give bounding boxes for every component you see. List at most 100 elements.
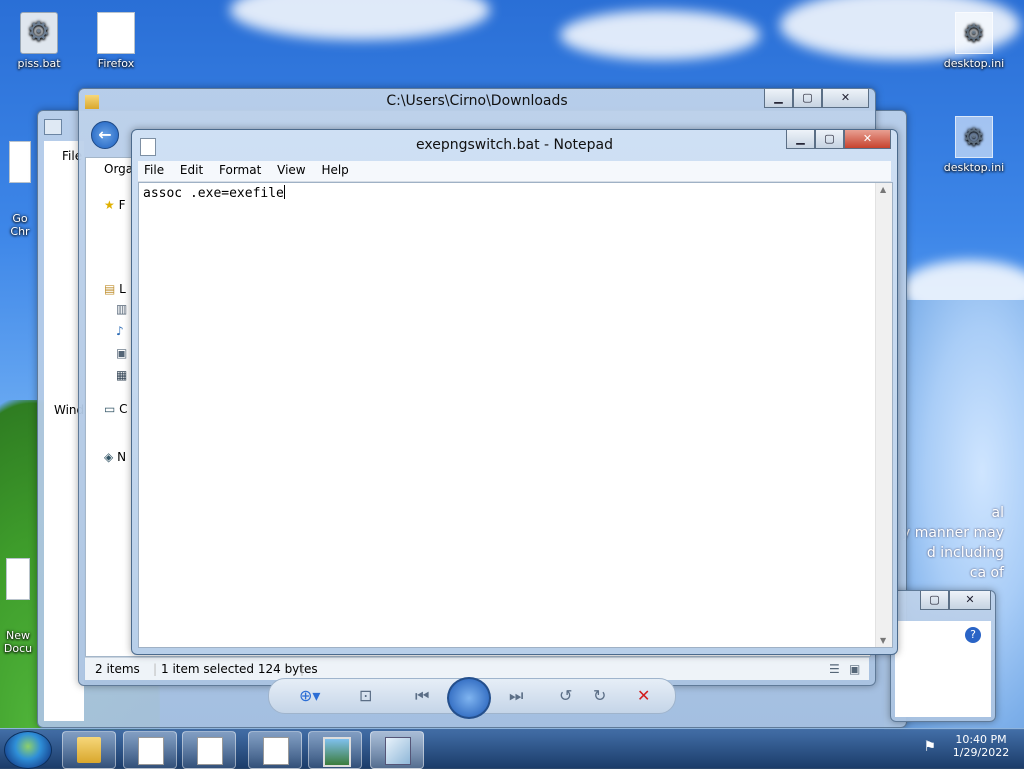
close-button[interactable]: ✕ <box>949 591 991 610</box>
clock-time: 10:40 PM <box>955 733 1007 746</box>
previous-icon[interactable]: ⏮ <box>415 686 429 706</box>
document-icon <box>197 737 223 765</box>
scroll-up-icon[interactable]: ▲ <box>880 185 886 194</box>
notepad-icon <box>385 737 411 765</box>
menu-file[interactable]: File <box>138 161 170 179</box>
notepad-window-controls: ▁ ▢ ✕ <box>786 130 891 149</box>
shortcut-file-icon <box>97 12 135 54</box>
taskbar-photo-viewer[interactable] <box>308 731 362 769</box>
taskbar-explorer[interactable] <box>62 731 116 769</box>
desktop-icon-firefox[interactable]: Firefox <box>78 12 154 70</box>
desktop-icon-piss-bat[interactable]: piss.bat <box>1 12 77 70</box>
taskbar-document[interactable] <box>123 731 177 769</box>
status-selection: 1 item selected 124 bytes <box>161 662 318 676</box>
sidebar-item-favorites[interactable]: ★ F <box>104 198 126 212</box>
explorer-status-bar: 2 items | 1 item selected 124 bytes | ☰ … <box>85 657 869 680</box>
delete-icon[interactable]: ✕ <box>637 686 650 705</box>
pictures-icon[interactable]: ▣ <box>116 346 127 360</box>
desktop-icon-label: piss.bat <box>17 57 61 70</box>
sidebar-item-label: C <box>119 402 128 416</box>
notepad-text-area[interactable]: assoc .exe=exefile ▲ ▼ <box>138 182 893 648</box>
notepad-window[interactable]: exepngswitch.bat - Notepad ▁ ▢ ✕ File Ed… <box>131 129 898 655</box>
menu-format[interactable]: Format <box>213 161 267 179</box>
wallpaper-text: ca of <box>969 565 1004 581</box>
actual-size-icon[interactable]: ⊡ <box>359 686 372 705</box>
sidebar-item-label: F <box>118 198 126 212</box>
organize-button[interactable]: Orga <box>104 162 133 176</box>
rotate-left-icon[interactable]: ↺ <box>559 686 572 705</box>
maximize-button[interactable]: ▢ <box>815 130 844 149</box>
rotate-right-icon[interactable]: ↻ <box>593 686 606 705</box>
explorer-nav: ← <box>91 121 119 149</box>
taskbar-document[interactable] <box>182 731 236 769</box>
background-window[interactable]: ▢ ✕ ? <box>890 590 996 722</box>
explorer-title: C:\Users\Cirno\Downloads <box>386 93 568 109</box>
maximize-button[interactable]: ▢ <box>793 89 822 108</box>
wallpaper-text: al <box>991 505 1004 521</box>
notepad-content[interactable]: assoc .exe=exefile <box>143 185 285 201</box>
start-button[interactable] <box>4 731 52 769</box>
document-file-icon <box>6 558 30 600</box>
explorer-window-controls: ▁ ▢ ✕ <box>764 89 869 108</box>
sidebar-item-network[interactable]: ◈ N <box>104 450 126 464</box>
desktop-icon-label: Firefox <box>97 57 135 70</box>
network-icon: ◈ <box>104 450 114 464</box>
folder-icon <box>77 737 101 763</box>
window-icon <box>44 119 62 135</box>
minimize-button[interactable]: ▁ <box>764 89 793 108</box>
desktop-icon-desktop-ini[interactable]: desktop.ini <box>936 12 1012 70</box>
next-icon[interactable]: ⏭ <box>509 686 523 706</box>
document-icon <box>138 737 164 765</box>
batch-file-icon <box>20 12 58 54</box>
taskbar-task-manager[interactable] <box>248 731 302 769</box>
scroll-down-icon[interactable]: ▼ <box>880 636 886 645</box>
close-button[interactable]: ✕ <box>822 89 869 108</box>
menu-view[interactable]: View <box>271 161 311 179</box>
music-icon[interactable]: ♪ <box>116 324 124 338</box>
window-body: ? <box>895 621 991 717</box>
computer-icon: ▭ <box>104 402 116 416</box>
sidebar-item-computer[interactable]: ▭ C <box>104 402 128 416</box>
documents-icon[interactable]: ▥ <box>116 302 127 316</box>
close-button[interactable]: ✕ <box>844 130 891 149</box>
wallpaper-text: d including <box>926 545 1004 561</box>
cloud <box>560 10 760 60</box>
minimize-button[interactable]: ▁ <box>786 130 815 149</box>
cloud <box>230 0 490 40</box>
settings-file-icon <box>955 12 993 54</box>
videos-icon[interactable]: ▦ <box>116 368 127 382</box>
notepad-title: exepngswitch.bat - Notepad <box>415 137 614 153</box>
system-clock[interactable]: 10:40 PM 1/29/2022 <box>946 733 1016 759</box>
notepad-menu-bar: File Edit Format View Help <box>138 161 891 182</box>
preview-pane-icon[interactable]: ▣ <box>849 662 860 676</box>
taskbar: ⚑ 10:40 PM 1/29/2022 <box>0 728 1024 769</box>
zoom-icon[interactable]: ⊕▾ <box>299 686 320 705</box>
sidebar-item-label: L <box>119 282 126 296</box>
checklist-icon <box>263 737 289 765</box>
details-view-icon[interactable]: ☰ <box>829 662 840 676</box>
slideshow-button[interactable] <box>447 677 491 719</box>
window-controls: ▢ ✕ <box>920 591 991 610</box>
desktop-icon-desktop-ini[interactable]: desktop.ini <box>936 116 1012 174</box>
clock-date: 1/29/2022 <box>952 746 1010 759</box>
maximize-button[interactable]: ▢ <box>920 591 949 610</box>
help-icon[interactable]: ? <box>965 627 981 643</box>
photo-icon <box>323 737 351 767</box>
library-icon: ▤ <box>104 282 116 296</box>
sidebar-item-label: N <box>117 450 127 464</box>
taskbar-notepad[interactable] <box>370 731 424 769</box>
desktop-icon-label: desktop.ini <box>943 57 1005 70</box>
status-divider: | <box>300 662 305 676</box>
menu-edit[interactable]: Edit <box>174 161 209 179</box>
status-divider: | <box>153 662 158 676</box>
photo-viewer-controls: ⊕▾ ⊡ ⏮ ⏭ ↺ ↻ ✕ <box>268 677 676 719</box>
menu-help[interactable]: Help <box>315 161 354 179</box>
status-item-count: 2 items <box>95 662 140 676</box>
star-icon: ★ <box>104 198 115 212</box>
back-arrow-icon[interactable]: ← <box>91 121 119 149</box>
sidebar-item-libraries[interactable]: ▤ L <box>104 282 126 296</box>
settings-file-icon <box>955 116 993 158</box>
action-center-icon[interactable]: ⚑ <box>923 739 936 755</box>
shortcut-file-icon <box>9 141 31 183</box>
vertical-scrollbar[interactable]: ▲ ▼ <box>875 183 892 647</box>
